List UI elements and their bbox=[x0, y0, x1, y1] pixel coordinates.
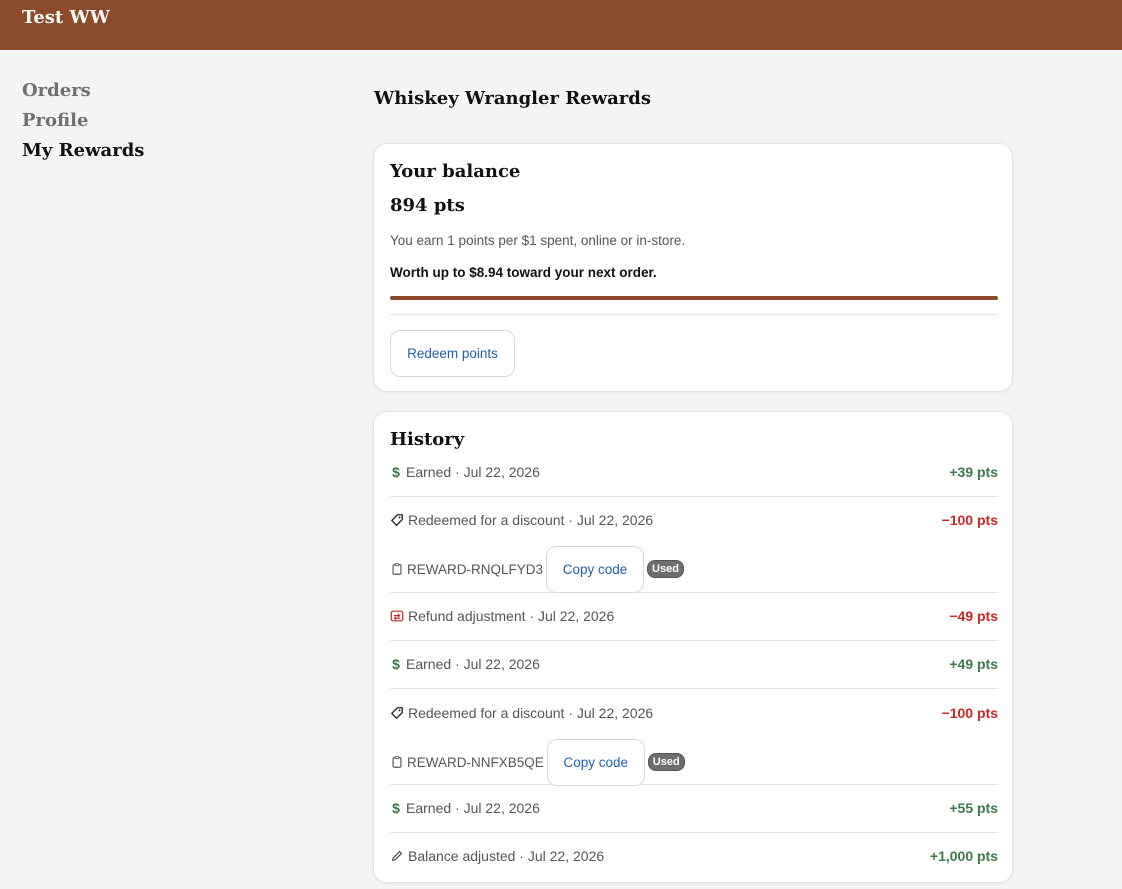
account-nav: Orders Profile My Rewards bbox=[22, 76, 222, 166]
history-row-label: Balance adjusted · Jul 22, 2026 bbox=[408, 848, 605, 864]
reward-code: REWARD-RNQLFYD3 bbox=[407, 561, 544, 577]
used-badge: Used bbox=[647, 560, 684, 578]
tag-icon bbox=[390, 706, 404, 720]
nav-profile[interactable]: Profile bbox=[22, 106, 222, 136]
balance-points: 894 pts bbox=[390, 195, 465, 216]
history-row-label: Earned · Jul 22, 2026 bbox=[406, 656, 540, 672]
used-badge: Used bbox=[647, 753, 685, 771]
nav-my-rewards[interactable]: My Rewards bbox=[22, 136, 222, 166]
top-bar: Test WW bbox=[0, 0, 1122, 50]
history-row-amount: +55 pts bbox=[949, 800, 998, 816]
history-row-label: Earned · Jul 22, 2026 bbox=[406, 800, 540, 816]
dollar-icon: $ bbox=[392, 656, 400, 672]
balance-card: Your balance 894 pts You earn 1 points p… bbox=[373, 143, 1013, 392]
history-card: History $ Earned · Jul 22, 2026 +39 pts … bbox=[373, 411, 1013, 883]
earn-rate-text: You earn 1 points per $1 spent, online o… bbox=[390, 233, 686, 248]
balance-progress-bar bbox=[390, 296, 998, 300]
copy-code-button[interactable]: Copy code bbox=[546, 738, 645, 786]
history-row-label: Redeemed for a discount · Jul 22, 2026 bbox=[408, 705, 654, 721]
balance-progress-fill bbox=[390, 296, 998, 300]
history-row-amount: +39 pts bbox=[949, 464, 998, 480]
history-row-amount: −100 pts bbox=[941, 512, 998, 528]
worth-text: Worth up to $8.94 toward your next order… bbox=[390, 265, 657, 280]
history-row: $ Earned · Jul 22, 2026 +49 pts bbox=[390, 654, 998, 689]
store-name[interactable]: Test WW bbox=[22, 7, 110, 28]
history-row-label: Redeemed for a discount · Jul 22, 2026 bbox=[408, 512, 654, 528]
tag-icon bbox=[390, 513, 404, 527]
clipboard-icon bbox=[390, 755, 404, 769]
history-row: $ Earned · Jul 22, 2026 +39 pts bbox=[390, 462, 998, 497]
dollar-icon: $ bbox=[392, 800, 400, 816]
refund-icon bbox=[390, 609, 404, 623]
balance-title: Your balance bbox=[390, 161, 521, 182]
redeem-points-button[interactable]: Redeem points bbox=[390, 330, 515, 377]
history-row: Redeemed for a discount · Jul 22, 2026 −… bbox=[390, 703, 998, 786]
history-row-label: Earned · Jul 22, 2026 bbox=[406, 464, 540, 480]
nav-orders[interactable]: Orders bbox=[22, 76, 222, 106]
history-row-label: Refund adjustment · Jul 22, 2026 bbox=[408, 608, 615, 624]
history-row: $ Earned · Jul 22, 2026 +55 pts bbox=[390, 798, 998, 833]
history-title: History bbox=[390, 429, 465, 450]
clipboard-icon bbox=[390, 562, 404, 576]
pencil-icon bbox=[390, 849, 404, 863]
copy-code-button[interactable]: Copy code bbox=[546, 545, 645, 593]
history-row: Redeemed for a discount · Jul 22, 2026 −… bbox=[390, 510, 998, 593]
dollar-icon: $ bbox=[392, 464, 400, 480]
history-row-amount: −100 pts bbox=[941, 705, 998, 721]
history-row: Balance adjusted · Jul 22, 2026 +1,000 p… bbox=[390, 846, 998, 876]
history-row-amount: −49 pts bbox=[949, 608, 998, 624]
history-row: Refund adjustment · Jul 22, 2026 −49 pts bbox=[390, 606, 998, 641]
divider bbox=[390, 314, 998, 315]
history-row-amount: +1,000 pts bbox=[929, 848, 998, 864]
page-title: Whiskey Wrangler Rewards bbox=[374, 88, 651, 109]
reward-code: REWARD-NNFXB5QE bbox=[407, 754, 544, 770]
history-row-amount: +49 pts bbox=[949, 656, 998, 672]
